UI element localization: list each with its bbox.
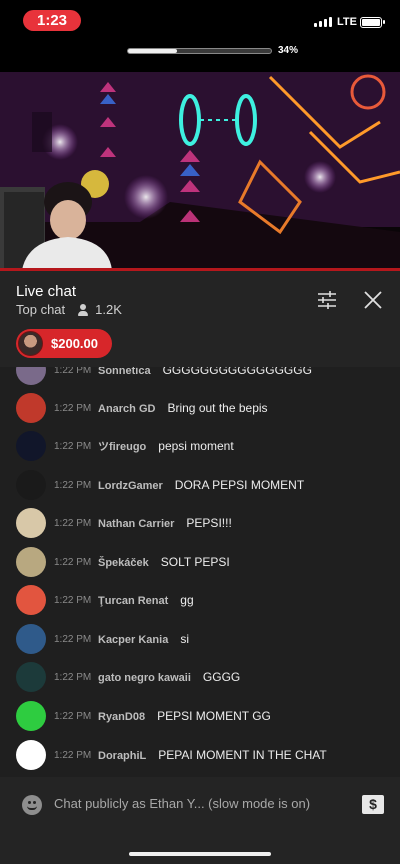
- emoji-icon[interactable]: [22, 795, 42, 815]
- message-text: gg: [180, 593, 194, 607]
- message-text: GGGGGGGGGGGGGGGG: [162, 367, 312, 377]
- chat-message[interactable]: 1:22 PM Anarch GD Bring out the bepis: [0, 389, 400, 427]
- level-progress-label: 34%: [278, 45, 299, 56]
- message-author[interactable]: Špekáček: [98, 557, 149, 569]
- message-text: si: [180, 632, 189, 646]
- message-text: Bring out the bepis: [167, 401, 268, 415]
- level-progress-fill: [128, 49, 177, 53]
- video-frame: [0, 72, 400, 270]
- close-icon[interactable]: [362, 289, 384, 311]
- chat-mode-selector[interactable]: Top chat 1.2K: [16, 302, 122, 317]
- network-label: LTE: [337, 16, 357, 28]
- chat-mode-label[interactable]: Top chat: [16, 302, 65, 317]
- chat-header: Live chat Top chat 1.2K $200.00: [0, 271, 400, 367]
- level-progress-bar: [127, 48, 272, 54]
- tune-icon[interactable]: [316, 289, 338, 311]
- chat-message[interactable]: 1:22 PM DoraphiL PEPAI MOMENT IN THE CHAT: [0, 736, 400, 774]
- message-body: Kacper Kania si: [98, 632, 189, 646]
- chat-message[interactable]: 1:22 PM Nathan Carrier PEPSI!!!: [0, 504, 400, 542]
- avatar[interactable]: [16, 701, 46, 731]
- avatar[interactable]: [16, 508, 46, 538]
- message-author[interactable]: Kacper Kania: [98, 634, 168, 646]
- chat-message[interactable]: 1:22 PM RyanD08 PEPSI MOMENT GG: [0, 697, 400, 735]
- chat-message[interactable]: 1:22 PM ツfireugo pepsi moment: [0, 427, 400, 465]
- message-text: DORA PEPSI MOMENT: [174, 478, 305, 492]
- avatar: [18, 331, 43, 356]
- chat-message-list[interactable]: 1:22 PM Sonnetica GGGGGGGGGGGGGGGG 1:22 PM A…: [0, 367, 400, 777]
- message-timestamp: 1:22 PM: [54, 671, 92, 683]
- viewer-count: 1.2K: [95, 302, 122, 317]
- message-author[interactable]: Nathan Carrier: [98, 518, 174, 530]
- message-body: Ţurcan Renat gg: [98, 593, 194, 607]
- message-body: Nathan Carrier PEPSI!!!: [98, 516, 232, 530]
- avatar[interactable]: [16, 624, 46, 654]
- avatar[interactable]: [16, 585, 46, 615]
- message-timestamp: 1:22 PM: [54, 633, 92, 645]
- message-author[interactable]: Ţurcan Renat: [98, 595, 168, 607]
- message-timestamp: 1:22 PM: [54, 556, 92, 568]
- message-text: SOLT PEPSI: [160, 555, 230, 569]
- message-text: PEPSI!!!: [186, 516, 232, 530]
- status-bar: 1:23 LTE: [0, 0, 400, 44]
- status-time[interactable]: 1:23: [23, 10, 81, 31]
- message-timestamp: 1:22 PM: [54, 402, 92, 414]
- message-timestamp: 1:22 PM: [54, 517, 92, 529]
- super-chat-amount: $200.00: [51, 336, 98, 351]
- chat-message[interactable]: 1:22 PM Ţurcan Renat gg: [0, 581, 400, 619]
- chat-title: Live chat: [16, 283, 77, 300]
- chat-input[interactable]: Chat publicly as Ethan Y... (slow mode i…: [54, 796, 310, 811]
- person-icon: [77, 303, 89, 316]
- avatar[interactable]: [16, 547, 46, 577]
- avatar[interactable]: [16, 470, 46, 500]
- message-text: PEPSI MOMENT GG: [157, 709, 271, 723]
- message-timestamp: 1:22 PM: [54, 710, 92, 722]
- message-body: Anarch GD Bring out the bepis: [98, 401, 268, 415]
- message-body: ツfireugo pepsi moment: [98, 438, 234, 454]
- message-author[interactable]: RyanD08: [98, 711, 145, 723]
- message-author[interactable]: ツfireugo: [98, 441, 146, 453]
- message-author[interactable]: gato negro kawaii: [98, 672, 191, 684]
- avatar[interactable]: [16, 393, 46, 423]
- avatar[interactable]: [16, 662, 46, 692]
- signal-icon: [314, 17, 332, 27]
- avatar[interactable]: [16, 431, 46, 461]
- message-body: Špekáček SOLT PEPSI: [98, 555, 230, 569]
- chat-message[interactable]: 1:22 PM gato negro kawaii GGGG: [0, 658, 400, 696]
- message-timestamp: 1:22 PM: [54, 749, 92, 761]
- message-body: RyanD08 PEPSI MOMENT GG: [98, 709, 271, 723]
- super-chat-ticker[interactable]: $200.00: [16, 329, 112, 358]
- message-author[interactable]: Sonnetica: [98, 367, 151, 377]
- message-text: PEPAI MOMENT IN THE CHAT: [158, 748, 327, 762]
- message-body: DoraphiL PEPAI MOMENT IN THE CHAT: [98, 748, 327, 762]
- chat-message[interactable]: 1:22 PM LordzGamer DORA PEPSI MOMENT: [0, 466, 400, 504]
- message-text: GGGG: [202, 670, 241, 684]
- avatar[interactable]: [16, 367, 46, 385]
- avatar[interactable]: [16, 740, 46, 770]
- message-text: pepsi moment: [158, 439, 234, 453]
- message-body: gato negro kawaii GGGG: [98, 670, 240, 684]
- message-body: LordzGamer DORA PEPSI MOMENT: [98, 478, 304, 492]
- message-author[interactable]: DoraphiL: [98, 750, 146, 762]
- chat-message[interactable]: 1:22 PM Sonnetica GGGGGGGGGGGGGGGG: [0, 367, 400, 389]
- message-timestamp: 1:22 PM: [54, 440, 92, 452]
- battery-icon: [360, 17, 385, 28]
- message-author[interactable]: Anarch GD: [98, 403, 155, 415]
- message-body: Sonnetica GGGGGGGGGGGGGGGG: [98, 367, 312, 377]
- home-indicator[interactable]: [129, 852, 271, 856]
- video-player[interactable]: [0, 72, 400, 270]
- message-author[interactable]: LordzGamer: [98, 480, 163, 492]
- message-timestamp: 1:22 PM: [54, 594, 92, 606]
- message-timestamp: 1:22 PM: [54, 367, 92, 376]
- message-timestamp: 1:22 PM: [54, 479, 92, 491]
- chat-message[interactable]: 1:22 PM Kacper Kania si: [0, 620, 400, 658]
- chat-input-bar: Chat publicly as Ethan Y... (slow mode i…: [0, 777, 400, 864]
- dollar-icon[interactable]: $: [362, 795, 384, 814]
- chat-message[interactable]: 1:22 PM Špekáček SOLT PEPSI: [0, 543, 400, 581]
